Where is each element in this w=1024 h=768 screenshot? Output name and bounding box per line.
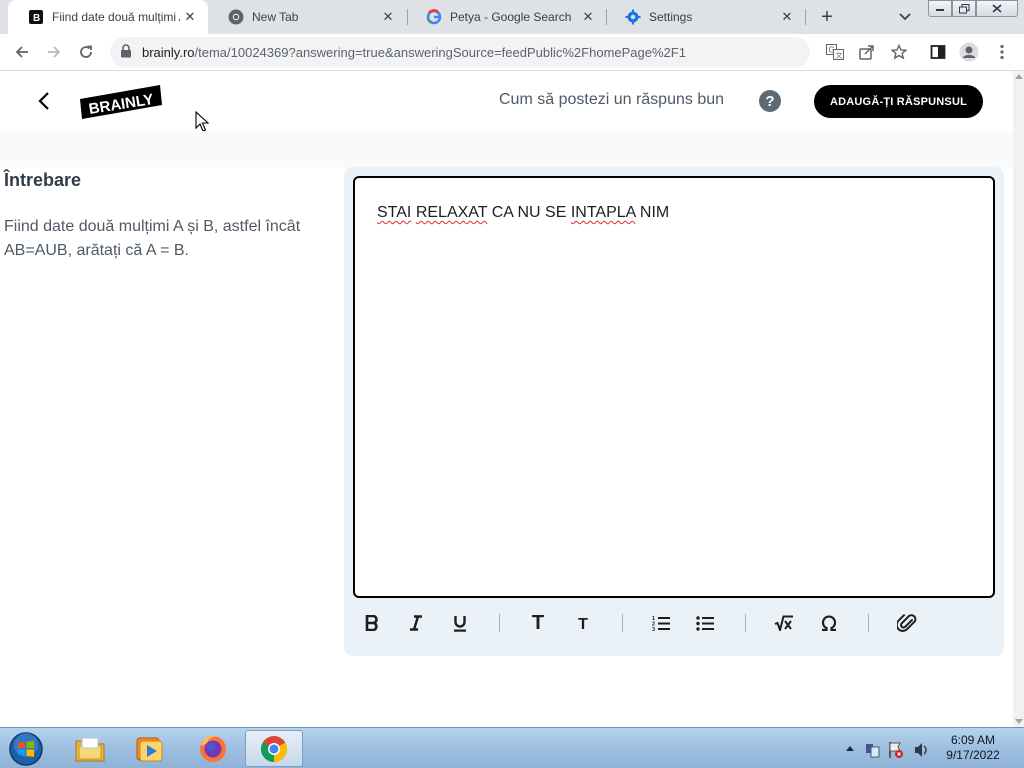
tab-title: New Tab [252, 10, 299, 24]
star-bookmark-icon[interactable] [888, 41, 910, 63]
svg-text:3: 3 [652, 627, 655, 631]
back-arrow-icon[interactable] [9, 39, 35, 65]
bold-icon[interactable] [358, 609, 386, 637]
italic-icon[interactable] [402, 609, 430, 637]
profile-avatar-icon[interactable] [958, 41, 980, 63]
close-tab-icon[interactable]: ✕ [180, 7, 200, 27]
start-orb-icon[interactable] [7, 731, 45, 767]
show-hidden-icons-arrow-icon [846, 746, 854, 751]
add-answer-button[interactable]: ADAUGĂ-ȚI RĂSPUNSUL [814, 85, 983, 118]
windows-taskbar: 6:09 AM 9/17/2022 [0, 727, 1024, 768]
new-tab-button[interactable]: + [814, 5, 840, 29]
misspelled-word: RELAXAT [415, 204, 488, 221]
clock-time: 6:09 AM [950, 733, 996, 747]
misspelled-word: INTAPLA [570, 204, 636, 221]
tab-title: Settings [649, 10, 693, 24]
browser-tab-strip: B Fiind date două mulțimi A ✕ New Tab ✕ … [0, 0, 1024, 34]
tab-brainly[interactable]: B Fiind date două mulțimi A ✕ [8, 0, 208, 34]
tab-new-tab[interactable]: New Tab ✕ [208, 0, 406, 34]
tab-title: Petya - Google Search [450, 10, 572, 24]
action-center-flag-icon [889, 742, 903, 758]
taskbar-clock[interactable]: 6:09 AM 9/17/2022 [936, 733, 1010, 763]
page-scrollbar[interactable] [1013, 71, 1024, 727]
toolbar-separator [622, 614, 623, 632]
svg-text:文: 文 [836, 51, 843, 60]
firefox-icon[interactable] [184, 730, 242, 767]
page-content: BRAINLY Cum să postezi un răspuns bun ? … [0, 71, 1013, 727]
brainly-favicon-icon: B [28, 9, 44, 25]
editor-toolbar: T T 123 [344, 603, 1004, 643]
system-tray [840, 733, 932, 765]
reload-icon[interactable] [73, 39, 99, 65]
header-divider-band [0, 131, 1013, 167]
google-icon [426, 9, 442, 25]
bulleted-list-icon[interactable] [691, 609, 719, 637]
clock-date: 9/17/2022 [946, 748, 1000, 762]
url-path: /tema/10024369?answering=true&answeringS… [194, 45, 686, 60]
answer-editor-panel: STAI RELAXAT CA NU SE INTAPLA NIM T T 12… [344, 167, 1004, 656]
back-chevron-icon[interactable] [32, 89, 56, 113]
scroll-up-arrow-icon[interactable] [1015, 74, 1023, 79]
forward-arrow-icon[interactable] [41, 39, 67, 65]
volume-speaker-icon [915, 743, 927, 757]
network-icon [866, 744, 880, 758]
translate-icon[interactable]: G文 [824, 41, 846, 63]
brainly-logo[interactable]: BRAINLY [80, 85, 162, 119]
browser-toolbar: brainly.ro/tema/10024369?answering=true&… [0, 34, 1024, 71]
minimize-window-button[interactable] [928, 0, 952, 17]
toolbar-separator [499, 614, 500, 632]
chrome-icon[interactable] [245, 730, 303, 767]
omega-symbol-icon[interactable] [815, 609, 843, 637]
scroll-down-arrow-icon[interactable] [1015, 719, 1023, 724]
address-bar[interactable]: brainly.ro/tema/10024369?answering=true&… [110, 37, 810, 67]
brainly-header: BRAINLY Cum să postezi un răspuns bun ? … [0, 71, 1013, 131]
gear-icon [625, 9, 641, 25]
lock-icon[interactable] [120, 44, 134, 60]
math-formula-icon[interactable] [770, 609, 798, 637]
misspelled-word: STAI [377, 204, 412, 221]
media-player-icon[interactable] [121, 730, 179, 767]
heading-small-icon[interactable]: T [569, 609, 597, 637]
side-panel-icon[interactable] [927, 41, 949, 63]
answer-textarea[interactable]: STAI RELAXAT CA NU SE INTAPLA NIM [353, 176, 995, 598]
share-icon[interactable] [856, 41, 878, 63]
svg-text:B: B [33, 13, 40, 24]
mouse-cursor-icon [195, 110, 210, 133]
toolbar-separator [868, 614, 869, 632]
tab-google-search[interactable]: Petya - Google Search ✕ [406, 0, 606, 34]
kebab-menu-icon[interactable] [991, 41, 1013, 63]
help-icon[interactable]: ? [759, 90, 781, 112]
url-host: brainly.ro [142, 45, 195, 60]
heading-large-icon[interactable]: T [524, 609, 552, 637]
answer-text-fragment: CA NU SE [487, 204, 571, 221]
close-window-button[interactable] [976, 0, 1018, 17]
close-tab-icon[interactable]: ✕ [777, 7, 797, 27]
tab-separator [805, 9, 806, 25]
answer-text-fragment: NIM [635, 204, 670, 221]
screen: B Fiind date două mulțimi A ✕ New Tab ✕ … [0, 0, 1024, 768]
url-text[interactable]: brainly.ro/tema/10024369?answering=true&… [142, 45, 686, 60]
numbered-list-icon[interactable]: 123 [647, 609, 675, 637]
how-to-answer-link[interactable]: Cum să postezi un răspuns bun [499, 91, 724, 109]
close-tab-icon[interactable]: ✕ [578, 7, 598, 27]
file-explorer-icon[interactable] [61, 730, 119, 767]
restore-window-button[interactable] [952, 0, 976, 17]
tab-settings[interactable]: Settings ✕ [605, 0, 805, 34]
question-text: Fiind date două mulțimi A și B, astfel î… [4, 218, 301, 259]
chrome-icon [228, 9, 244, 25]
tab-title: Fiind date două mulțimi A [52, 10, 180, 24]
close-tab-icon[interactable]: ✕ [378, 7, 398, 27]
question-heading: Întrebare [4, 170, 82, 190]
toolbar-separator [745, 614, 746, 632]
tab-search-chevron-icon[interactable] [894, 6, 916, 28]
answer-text: STAI RELAXAT CA NU SE INTAPLA NIM [377, 204, 669, 222]
logo-text: BRAINLY [88, 91, 155, 118]
paperclip-attach-icon[interactable] [893, 609, 921, 637]
underline-icon[interactable] [446, 609, 474, 637]
